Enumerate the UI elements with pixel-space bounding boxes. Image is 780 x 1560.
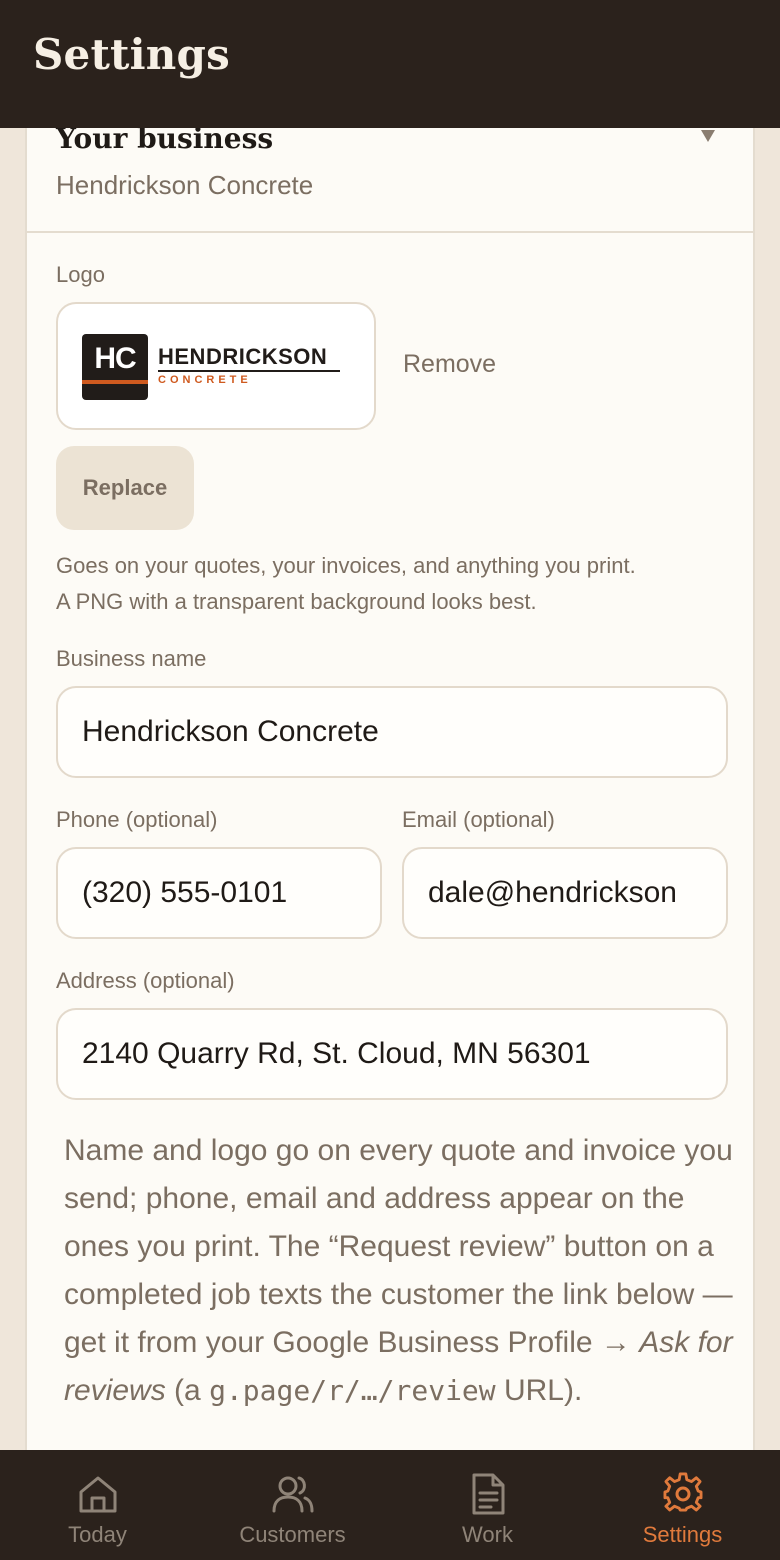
chevron-down-icon[interactable] (701, 130, 715, 142)
address-label: Address (optional) (56, 968, 235, 993)
section-subtitle: Hendrickson Concrete (56, 170, 314, 200)
users-icon (272, 1476, 314, 1513)
document-icon (472, 1473, 505, 1515)
logo-mark: HC (82, 334, 148, 400)
note-code: g.page/r/…/review (209, 1374, 496, 1407)
tab-work[interactable]: Work (390, 1450, 585, 1560)
logo-label: Logo (56, 262, 105, 287)
tab-work-label: Work (462, 1522, 513, 1547)
bottom-tab-bar: Today Customers Work Settings (0, 1450, 780, 1560)
settings-card: Your business Hendrickson Concrete Logo … (25, 100, 755, 1500)
logo-preview: HC HENDRICKSON CONCRETE (56, 302, 376, 430)
address-input[interactable] (56, 1008, 728, 1100)
tab-customers[interactable]: Customers (195, 1450, 390, 1560)
home-icon (79, 1476, 117, 1513)
logo-mark-bar (82, 380, 148, 384)
logo-rule (158, 370, 340, 372)
gear-icon (663, 1472, 703, 1512)
app-header: Settings (0, 0, 780, 128)
info-note: Name and logo go on every quote and invo… (64, 1127, 734, 1415)
note-text-1: Name and logo go on every quote and invo… (64, 1134, 733, 1359)
logo-wordmark: HENDRICKSON (158, 344, 328, 369)
business-name-label: Business name (56, 646, 207, 671)
business-name-input[interactable] (56, 686, 728, 778)
logo-help-line-1: Goes on your quotes, your invoices, and … (56, 553, 636, 578)
replace-logo-button[interactable]: Replace (56, 446, 194, 530)
tab-settings-label: Settings (642, 1522, 723, 1547)
phone-label: Phone (optional) (56, 807, 218, 832)
note-text-2: (a (165, 1374, 210, 1407)
remove-logo-button[interactable]: Remove (403, 350, 496, 379)
logo-help-line-2: A PNG with a transparent background look… (56, 589, 537, 614)
logo-mark-text: HC (94, 342, 136, 375)
note-text-3: URL). (495, 1374, 583, 1407)
tab-customers-label: Customers (239, 1522, 346, 1547)
email-input[interactable] (402, 847, 728, 939)
logo-tagline: CONCRETE (158, 374, 252, 386)
logo-help-text: Goes on your quotes, your invoices, and … (56, 548, 736, 620)
email-label: Email (optional) (402, 807, 555, 832)
page-title: Settings (33, 30, 230, 79)
phone-input[interactable] (56, 847, 382, 939)
tab-today[interactable]: Today (0, 1450, 195, 1560)
tab-today-label: Today (68, 1522, 127, 1547)
tab-settings[interactable]: Settings (585, 1450, 780, 1560)
